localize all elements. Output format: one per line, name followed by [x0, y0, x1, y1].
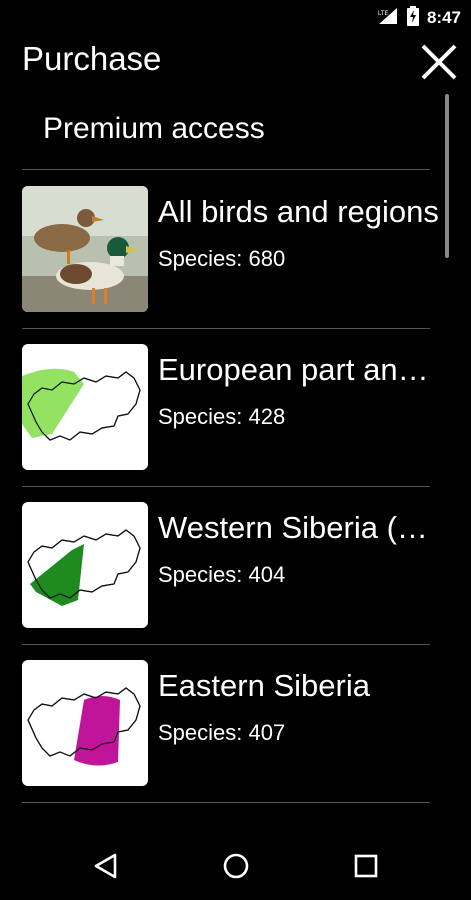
navigation-bar [0, 832, 471, 900]
item-name: All birds and regions [158, 194, 439, 229]
svg-text:LTE: LTE [378, 11, 389, 17]
close-button[interactable] [419, 42, 459, 82]
lte-signal-icon: LTE [377, 7, 399, 29]
item-name: Eastern Siberia [158, 668, 370, 703]
app-header: Purchase [0, 32, 471, 94]
list-item-eastern-siberia[interactable]: Eastern Siberia Species: 407 [0, 646, 440, 804]
back-button[interactable] [86, 846, 126, 886]
status-bar: LTE 8:47 [0, 0, 471, 32]
status-time: 8:47 [426, 8, 461, 27]
item-species-count: Species: 404 [158, 562, 286, 587]
page-title: Purchase [22, 40, 162, 77]
scrollbar[interactable] [445, 94, 449, 258]
list-item-all-birds[interactable]: All birds and regions Species: 680 [0, 172, 440, 330]
item-species-count: Species: 407 [158, 720, 286, 745]
item-species-count: Species: 428 [158, 404, 286, 429]
map-western-siberia-thumbnail [22, 502, 148, 628]
divider [22, 486, 430, 487]
section-title: Premium access [43, 112, 265, 145]
list-item-western-siberia[interactable]: Western Siberia (and Kazakhstan) Species… [0, 488, 440, 646]
back-icon [94, 853, 117, 879]
map-europe-thumbnail [22, 344, 148, 470]
list-item-european-part[interactable]: European part and Urals Species: 428 [0, 330, 440, 488]
divider [22, 644, 430, 645]
item-species-count: Species: 680 [158, 246, 286, 271]
divider [22, 802, 430, 803]
ducks-photo-thumbnail [22, 186, 148, 312]
divider [22, 169, 430, 170]
close-icon [421, 44, 457, 80]
map-eastern-siberia-thumbnail [22, 660, 148, 786]
recents-icon [354, 854, 378, 878]
divider [22, 328, 430, 329]
item-name: Western Siberia (and Kazakhstan) [158, 510, 440, 545]
item-name: European part and Urals [158, 352, 440, 387]
home-icon [223, 853, 249, 879]
recents-button[interactable] [346, 846, 386, 886]
home-button[interactable] [216, 846, 256, 886]
battery-icon [406, 6, 419, 30]
